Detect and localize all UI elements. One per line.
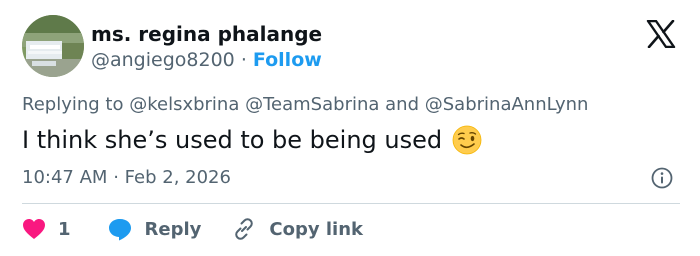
user-handle[interactable]: @angiego8200: [91, 49, 235, 71]
tweet-text: I think she’s used to be being used: [22, 126, 443, 154]
mention-teamsabrina[interactable]: @TeamSabrina: [245, 94, 379, 115]
display-name[interactable]: ms. regina phalange: [91, 22, 322, 46]
tweet-date: Feb 2, 2026: [124, 167, 231, 188]
reply-context: Replying to @kelsxbrina @TeamSabrina and…: [22, 93, 588, 117]
like-button[interactable]: 1: [22, 218, 71, 240]
mention-sabrinaannlynn[interactable]: @SabrinaAnnLynn: [425, 94, 589, 115]
mention-joiner: and: [385, 94, 420, 115]
divider: [22, 203, 680, 204]
reply-label: Reply: [144, 218, 202, 240]
follow-button[interactable]: Follow: [253, 49, 322, 71]
info-icon[interactable]: [650, 166, 674, 190]
action-bar: 1 Reply Copy link: [22, 214, 363, 244]
separator-dot: ·: [113, 167, 119, 188]
like-count: 1: [58, 218, 71, 240]
handle-line: @angiego8200 · Follow: [91, 48, 322, 72]
tweet-text-line: I think she’s used to be being used: [22, 124, 482, 156]
winking-face-icon: [452, 125, 482, 155]
separator-dot: ·: [240, 49, 247, 71]
reply-button[interactable]: Reply: [107, 217, 202, 241]
timestamp[interactable]: 10:47 AM · Feb 2, 2026: [22, 166, 231, 190]
copy-link-label: Copy link: [269, 218, 363, 240]
mention-kelsxbrina[interactable]: @kelsxbrina: [129, 94, 239, 115]
tweet-card: ms. regina phalange @angiego8200 · Follo…: [0, 0, 700, 256]
x-logo-icon[interactable]: [646, 20, 676, 48]
speech-bubble-icon: [108, 219, 131, 241]
link-icon: [235, 218, 254, 240]
reply-prefix: Replying to: [22, 94, 124, 115]
tweet-time: 10:47 AM: [22, 167, 108, 188]
copy-link-button[interactable]: Copy link: [231, 216, 363, 242]
avatar[interactable]: [22, 15, 84, 77]
heart-icon: [23, 219, 45, 239]
